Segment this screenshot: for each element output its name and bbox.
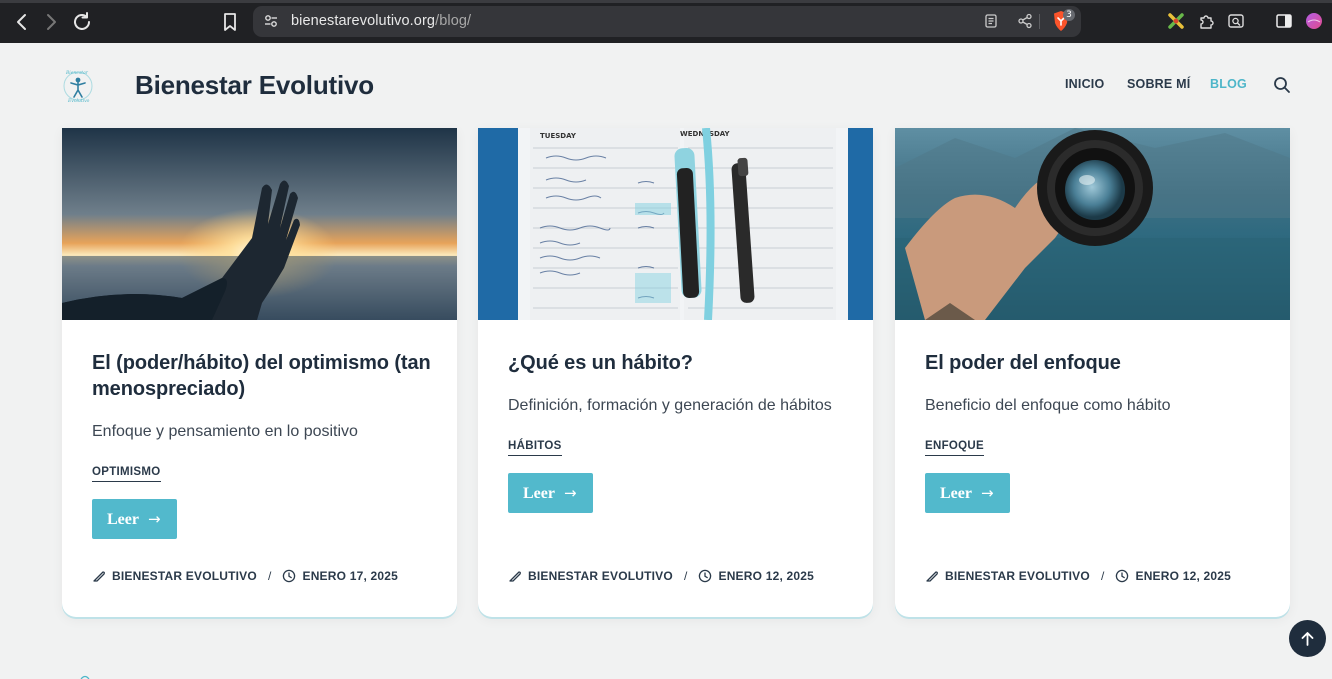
screenshot-icon[interactable] [1227,12,1245,30]
url-text[interactable]: bienestarevolutivo.org/blog/ [291,6,471,37]
site-settings-icon[interactable] [263,13,279,29]
category-tag[interactable]: ENFOQUE [925,440,984,456]
url-domain: bienestarevolutivo.org [291,13,436,29]
post-author[interactable]: BIENESTAR EVOLUTIVO [945,569,1090,583]
post-date: ENERO 12, 2025 [1135,569,1232,583]
nav-inicio[interactable]: INICIO [1065,77,1104,91]
shield-count-badge: 3 [1063,9,1075,21]
arrow-right-icon: → [980,484,994,502]
back-icon[interactable] [10,10,34,34]
arrow-right-icon: → [147,510,161,528]
url-path: /blog/ [435,13,472,29]
back-to-top-button[interactable] [1289,620,1326,657]
share-icon[interactable] [1017,13,1033,29]
nav-sobre-mi[interactable]: SOBRE MÍ [1127,77,1190,91]
post-author[interactable]: BIENESTAR EVOLUTIVO [112,569,257,583]
reload-icon[interactable] [70,10,94,34]
url-divider [1039,14,1040,29]
read-button[interactable]: Leer → [92,499,177,539]
svg-text:TUESDAY: TUESDAY [540,132,577,140]
clock-icon [1116,569,1129,583]
post-card-enfoque: El poder del enfoque Beneficio del enfoq… [895,128,1290,617]
post-excerpt: Beneficio del enfoque como hábito [925,397,1171,414]
meta-separator: / [683,569,688,583]
search-icon[interactable] [1273,76,1291,94]
category-tag[interactable]: HÁBITOS [508,440,562,456]
svg-text:Evolutivo: Evolutivo [67,98,90,104]
post-date: ENERO 17, 2025 [302,569,399,583]
svg-text:Bienestar: Bienestar [65,70,89,76]
read-button-label: Leer [107,511,139,528]
tab-strip-edge [0,0,1332,3]
post-title[interactable]: El poder del enfoque [925,350,1265,376]
arrow-up-icon [1301,632,1314,646]
bookmark-icon[interactable] [218,10,242,34]
hand-holding-camera-lens-image[interactable] [895,128,1290,320]
forward-icon[interactable] [39,10,63,34]
read-button-label: Leer [940,485,972,502]
post-author[interactable]: BIENESTAR EVOLUTIVO [528,569,673,583]
feather-pen-icon [509,571,521,582]
reader-mode-icon[interactable] [983,13,999,29]
post-excerpt: Definición, formación y generación de há… [508,397,832,414]
extension-icon[interactable] [1167,12,1185,30]
sidebar-icon[interactable] [1275,12,1293,30]
post-card-optimismo: El (poder/hábito) del optimismo (tan men… [62,128,457,617]
post-title[interactable]: El (poder/hábito) del optimismo (tan men… [92,350,432,402]
meta-separator: / [1100,569,1105,583]
browser-toolbar: bienestarevolutivo.org/blog/ 3 [0,0,1332,43]
site-title[interactable]: Bienestar Evolutivo [135,70,374,101]
category-tag[interactable]: OPTIMISMO [92,466,161,482]
post-meta: BIENESTAR EVOLUTIVO / ENERO 12, 2025 [925,569,1231,583]
hand-reaching-sunset-image[interactable] [62,128,457,320]
clock-icon [283,569,296,583]
stick-figure-logo[interactable]: Bienestar Evolutivo [60,68,96,104]
read-button[interactable]: Leer → [508,473,593,513]
post-meta: BIENESTAR EVOLUTIVO / ENERO 12, 2025 [508,569,814,583]
planner-notebook-pens-image[interactable]: TUESDAY WEDNESDAY [478,128,873,320]
nav-blog[interactable]: BLOG [1210,77,1247,91]
post-card-habitos: TUESDAY WEDNESDAY ¿Qué es un hábito? Def… [478,128,873,617]
read-button[interactable]: Leer → [925,473,1010,513]
meta-separator: / [267,569,272,583]
address-bar[interactable]: bienestarevolutivo.org/blog/ 3 [253,6,1081,37]
post-meta: BIENESTAR EVOLUTIVO / ENERO 17, 2025 [92,569,398,583]
post-date: ENERO 12, 2025 [718,569,815,583]
profile-icon[interactable] [1305,12,1323,30]
post-excerpt: Enfoque y pensamiento en lo positivo [92,423,358,440]
arrow-right-icon: → [563,484,577,502]
read-button-label: Leer [523,485,555,502]
post-title[interactable]: ¿Qué es un hábito? [508,350,848,376]
feather-pen-icon [926,571,938,582]
clock-icon [699,569,712,583]
footer-logo-icon [80,675,90,679]
site-header: Bienestar Evolutivo Bienestar Evolutivo … [0,43,1332,128]
feather-pen-icon [93,571,105,582]
puzzle-icon[interactable] [1197,12,1215,30]
